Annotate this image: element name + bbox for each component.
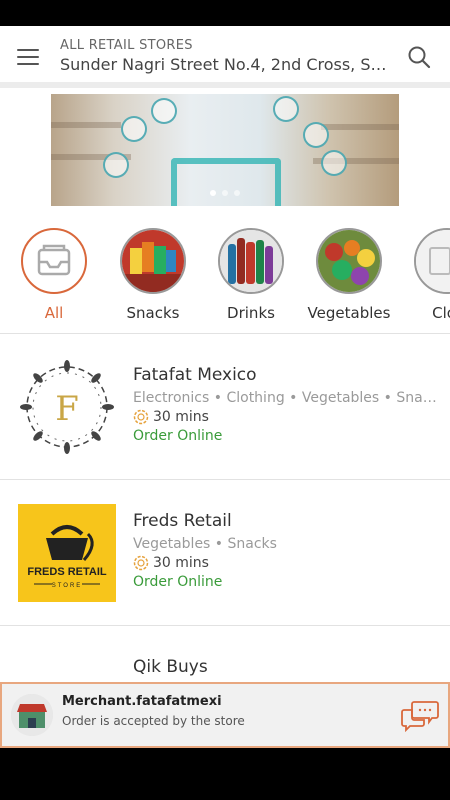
category-label: Drinks <box>227 304 275 322</box>
category-clothing[interactable]: Clot <box>402 228 450 322</box>
promo-banner[interactable] <box>51 94 399 206</box>
delivery-time: 30 mins <box>133 555 443 571</box>
store-name: Freds Retail <box>133 511 232 531</box>
delivery-time-text: 30 mins <box>153 555 209 571</box>
location-selector[interactable]: ALL RETAIL STORES Sunder Nagri Street No… <box>60 38 392 74</box>
store-categories: Vegetables • Snacks <box>133 536 277 552</box>
app-header: ALL RETAIL STORES Sunder Nagri Street No… <box>0 26 450 88</box>
delivery-time: 30 mins <box>133 409 443 425</box>
logo-text: FREDS RETAIL <box>27 566 107 578</box>
delivery-address: Sunder Nagri Street No.4, 2nd Cross, Su.… <box>60 55 392 74</box>
chat-icon[interactable] <box>400 698 440 733</box>
snacks-image <box>120 228 186 294</box>
order-online-link[interactable]: Order Online <box>133 428 443 444</box>
store-name: Fatafat Mexico <box>133 365 257 385</box>
banner-pagination <box>51 181 399 200</box>
store-name: Qik Buys <box>133 657 208 677</box>
category-label: All <box>44 304 64 322</box>
vegetables-image <box>316 228 382 294</box>
status-bar <box>0 0 450 26</box>
store-card[interactable]: F Fatafat Mexico Electronics • Clothing … <box>0 334 450 480</box>
fatafat-mexico-logo: F <box>18 358 116 456</box>
search-icon[interactable] <box>406 44 432 70</box>
store-card[interactable]: FREDS RETAIL STORE Freds Retail Vegetabl… <box>0 480 450 626</box>
timer-icon <box>133 409 149 425</box>
category-label: Vegetables <box>307 304 391 322</box>
system-nav-bar <box>0 748 450 800</box>
delivery-time-text: 30 mins <box>153 409 209 425</box>
category-label: Clot <box>432 304 450 322</box>
category-snacks[interactable]: Snacks <box>108 228 198 322</box>
store-avatar-icon <box>11 694 53 736</box>
category-all[interactable]: All <box>9 228 99 322</box>
timer-icon <box>133 555 149 571</box>
category-drinks[interactable]: Drinks <box>206 228 296 322</box>
freds-retail-logo: FREDS RETAIL STORE <box>18 504 116 602</box>
store-categories: Electronics • Clothing • Vegetables • Sn… <box>133 390 443 406</box>
header-subtitle: ALL RETAIL STORES <box>60 38 193 53</box>
notification-message: Order is accepted by the store <box>62 714 245 728</box>
hamburger-menu-icon[interactable] <box>15 44 41 70</box>
logo-letter: F <box>55 389 79 429</box>
clothing-image <box>414 228 450 294</box>
app-screen: ALL RETAIL STORES Sunder Nagri Street No… <box>0 26 450 748</box>
logo-subtext: STORE <box>52 583 83 589</box>
order-online-link[interactable]: Order Online <box>133 574 443 590</box>
category-vegetables[interactable]: Vegetables <box>304 228 394 322</box>
drinks-image <box>218 228 284 294</box>
inbox-icon <box>21 228 87 294</box>
category-label: Snacks <box>126 304 180 322</box>
order-notification[interactable]: Merchant.fatafatmexi Order is accepted b… <box>0 682 450 748</box>
category-strip: All Snacks Drinks Vegetables Cl <box>0 222 450 334</box>
notification-title: Merchant.fatafatmexi <box>62 694 222 709</box>
